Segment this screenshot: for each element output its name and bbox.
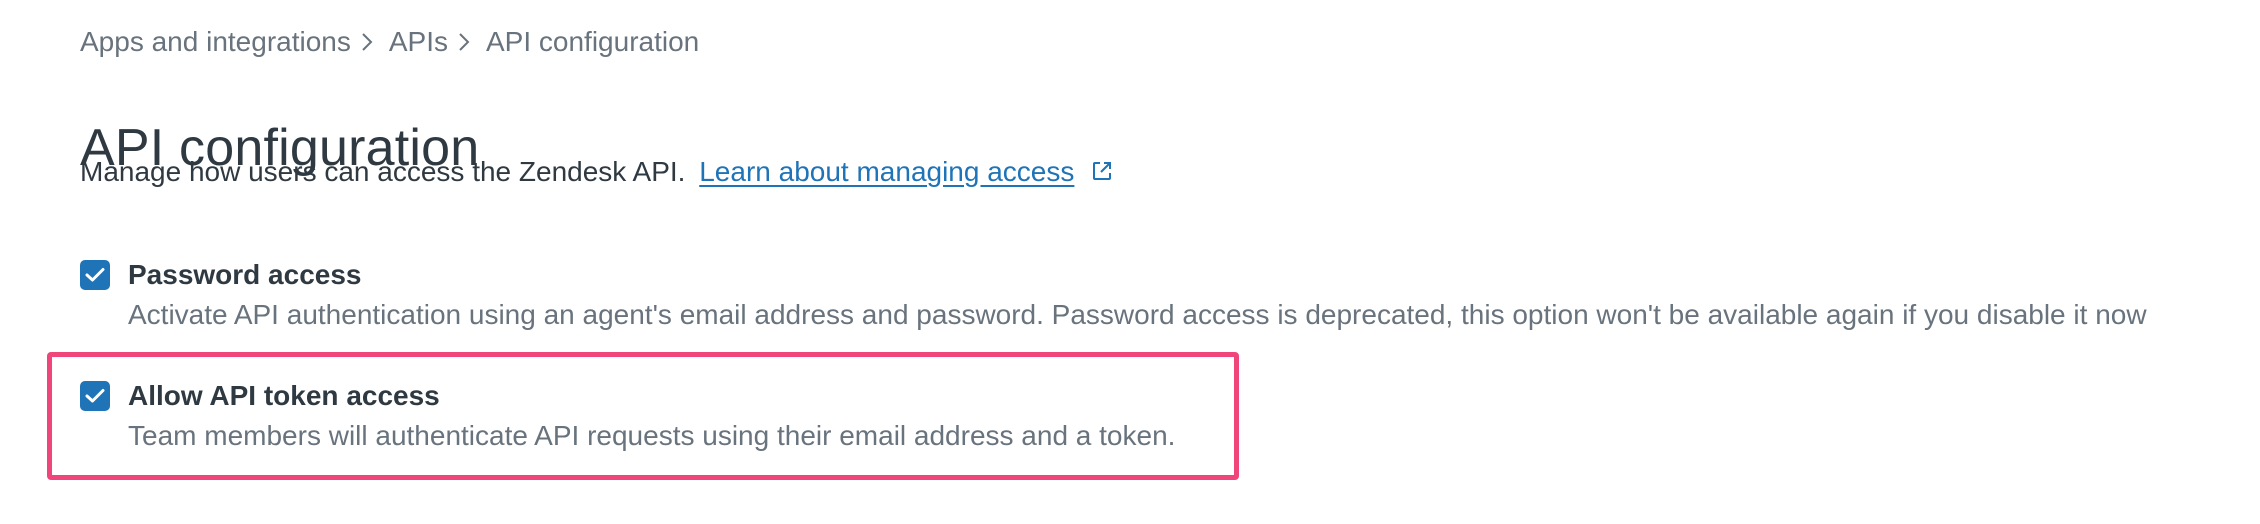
breadcrumb-item-apps-and-integrations[interactable]: Apps and integrations (80, 26, 351, 58)
password-access-description: Activate API authentication using an age… (128, 299, 2147, 330)
chevron-right-icon (351, 20, 389, 64)
api-token-access-label[interactable]: Allow API token access (128, 377, 1175, 415)
external-link-icon (1090, 154, 1114, 194)
checkmark-icon (85, 268, 105, 282)
password-access-checkbox[interactable] (80, 260, 110, 290)
page-subtitle: Manage how users can access the Zendesk … (80, 152, 1114, 194)
breadcrumb-item-api-configuration: API configuration (486, 26, 700, 57)
api-token-access-option: Allow API token access Team members will… (80, 377, 1175, 457)
breadcrumb: Apps and integrations APIs API configura… (80, 20, 699, 64)
api-token-access-checkbox[interactable] (80, 381, 110, 411)
learn-about-managing-access-link[interactable]: Learn about managing access (699, 156, 1074, 187)
password-access-label[interactable]: Password access (128, 256, 2147, 294)
password-access-option: Password access Activate API authenticat… (80, 256, 2147, 336)
subtitle-text: Manage how users can access the Zendesk … (80, 156, 686, 187)
checkmark-icon (85, 389, 105, 403)
breadcrumb-item-apis[interactable]: APIs (389, 26, 448, 58)
chevron-right-icon (448, 20, 486, 64)
api-token-access-description: Team members will authenticate API reque… (128, 420, 1176, 451)
